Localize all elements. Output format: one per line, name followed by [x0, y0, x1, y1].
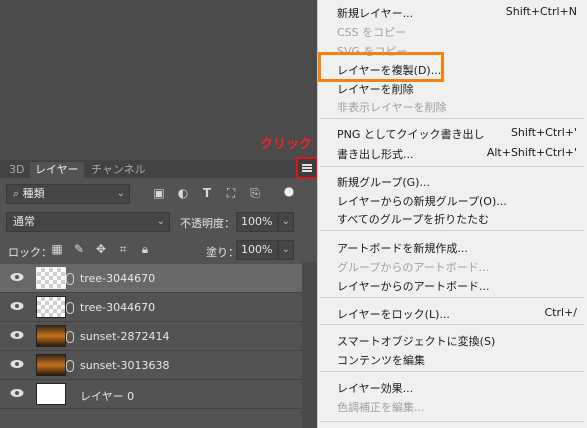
- layer-thumbnail: [36, 267, 66, 289]
- layer-row[interactable]: sunset-3013638: [0, 351, 302, 380]
- layer-thumbnail: [36, 354, 66, 376]
- eye-icon[interactable]: [10, 359, 24, 369]
- layer-thumbnail: [36, 383, 66, 405]
- tab-layers[interactable]: レイヤー: [30, 162, 84, 178]
- opacity-input[interactable]: 100%: [236, 212, 278, 232]
- menu-separator: [320, 371, 584, 372]
- shortcut-lock-layers: Ctrl+/: [544, 306, 578, 319]
- lock-transparent-icon[interactable]: ▦: [50, 242, 64, 256]
- fill-input[interactable]: 100%: [236, 240, 278, 260]
- menu-item-delete-layer[interactable]: レイヤーを削除: [337, 81, 414, 97]
- layer-thumbnail: [36, 325, 66, 347]
- menu-item-new-group[interactable]: 新規グループ(G)...: [337, 174, 430, 190]
- shortcut-export-as: Alt+Shift+Ctrl+': [486, 146, 577, 159]
- lock-pixels-icon[interactable]: ✎: [72, 242, 86, 256]
- lock-all-icon[interactable]: 🔒︎: [138, 242, 152, 256]
- opacity-label: 不透明度：: [180, 217, 235, 230]
- menu-item-convert-smart-object[interactable]: スマートオブジェクトに変換(S): [337, 333, 495, 349]
- adjustment-layer-filter-icon[interactable]: ◐: [176, 186, 190, 200]
- layer-name: レイヤー 0: [80, 390, 135, 403]
- shortcut-quick-export: Shift+Ctrl+': [510, 126, 577, 139]
- menu-item-edit-contents[interactable]: コンテンツを編集: [337, 352, 425, 368]
- menu-separator: [320, 118, 584, 119]
- menu-item-duplicate-layer[interactable]: レイヤーを複製(D)...: [337, 62, 441, 78]
- lock-position-icon[interactable]: ✥: [94, 242, 108, 256]
- panel-tabbar: 3D レイヤー チャンネル: [0, 160, 318, 178]
- fill-dropdown[interactable]: ⌄: [278, 240, 294, 260]
- menu-item-layer-effects[interactable]: レイヤー効果...: [337, 380, 413, 396]
- eye-icon[interactable]: [10, 272, 24, 282]
- layer-row[interactable]: sunset-2872414: [0, 322, 302, 351]
- filter-toggle-icon[interactable]: ●: [282, 184, 296, 198]
- menu-item-group-from-layers[interactable]: レイヤーからの新規グループ(O)...: [337, 193, 507, 209]
- chevron-down-icon: ⌄: [156, 216, 165, 227]
- chevron-down-icon: ⌄: [281, 244, 290, 255]
- eye-icon[interactable]: [10, 388, 24, 398]
- type-layer-filter-icon[interactable]: T: [200, 186, 214, 200]
- layers-scrollbar[interactable]: [302, 262, 318, 428]
- eye-icon[interactable]: [10, 330, 24, 340]
- layer-row[interactable]: tree-3044670: [0, 293, 302, 322]
- layer-name: sunset-3013638: [80, 359, 170, 372]
- blend-mode-value: 通常: [13, 215, 35, 228]
- opacity-dropdown[interactable]: ⌄: [278, 212, 294, 232]
- menu-item-lock-layers[interactable]: レイヤーをロック(L)...: [337, 306, 450, 322]
- layers-list: tree-3044670 tree-3044670 sunset-2872414…: [0, 262, 302, 428]
- pixel-layer-filter-icon[interactable]: ▣: [152, 186, 166, 200]
- menu-item-collapse-groups[interactable]: すべてのグループを折りたたむ: [337, 211, 489, 227]
- menu-separator: [320, 166, 584, 167]
- layer-filter-select[interactable]: ⌕ 種類 ⌄: [6, 184, 130, 204]
- tab-channels[interactable]: チャンネル: [86, 162, 151, 178]
- lock-artboard-icon[interactable]: ⌗: [116, 242, 130, 256]
- filter-kind-label: 種類: [22, 187, 45, 200]
- shape-layer-filter-icon[interactable]: ⛶: [224, 186, 238, 200]
- hamburger-icon: [302, 164, 312, 172]
- menu-separator: [320, 324, 584, 325]
- layer-thumbnail: [36, 296, 66, 318]
- panel-menu-button[interactable]: [296, 157, 318, 179]
- layer-name: tree-3044670: [80, 301, 156, 314]
- chevron-down-icon: ⌄: [116, 188, 125, 199]
- menu-item-new-layer[interactable]: 新規レイヤー...: [337, 5, 413, 21]
- link-icon: [66, 302, 74, 314]
- menu-item-artboard-from-group: グループからのアートボード...: [337, 261, 490, 274]
- layer-row[interactable]: レイヤー 0: [0, 380, 302, 409]
- layer-name: tree-3044670: [80, 272, 156, 285]
- menu-separator: [320, 297, 584, 298]
- search-icon: ⌕: [13, 187, 20, 200]
- menu-item-copy-css: CSS をコピー: [337, 26, 407, 39]
- menu-item-delete-hidden: 非表示レイヤーを削除: [337, 101, 447, 114]
- blend-mode-select[interactable]: 通常 ⌄: [6, 212, 170, 232]
- menu-item-new-artboard[interactable]: アートボードを新規作成...: [337, 240, 468, 256]
- click-callout: クリック: [260, 137, 313, 152]
- lock-label: ロック：: [8, 246, 52, 259]
- menu-separator: [320, 230, 584, 231]
- menu-item-quick-export[interactable]: PNG としてクイック書き出し: [337, 126, 485, 142]
- menu-item-artboard-from-layers[interactable]: レイヤーからのアートボード...: [337, 278, 490, 294]
- shortcut-new-layer: Shift+Ctrl+N: [505, 5, 577, 18]
- layer-row[interactable]: tree-3044670: [0, 264, 302, 293]
- link-icon: [66, 273, 74, 285]
- panel-context-menu: 新規レイヤー... Shift+Ctrl+N CSS をコピー SVG をコピー…: [317, 0, 587, 428]
- fill-label: 塗り：: [206, 246, 239, 259]
- link-icon: [66, 331, 74, 343]
- layer-name: sunset-2872414: [80, 330, 170, 343]
- eye-icon[interactable]: [10, 301, 24, 311]
- menu-separator: [320, 421, 584, 422]
- link-icon: [66, 360, 74, 372]
- smart-object-filter-icon[interactable]: ⎘: [248, 186, 262, 200]
- menu-item-edit-adjustment: 色調補正を編集...: [337, 401, 425, 414]
- tab-3d[interactable]: 3D: [4, 162, 29, 178]
- menu-item-export-as[interactable]: 書き出し形式...: [337, 146, 414, 162]
- chevron-down-icon: ⌄: [281, 216, 290, 227]
